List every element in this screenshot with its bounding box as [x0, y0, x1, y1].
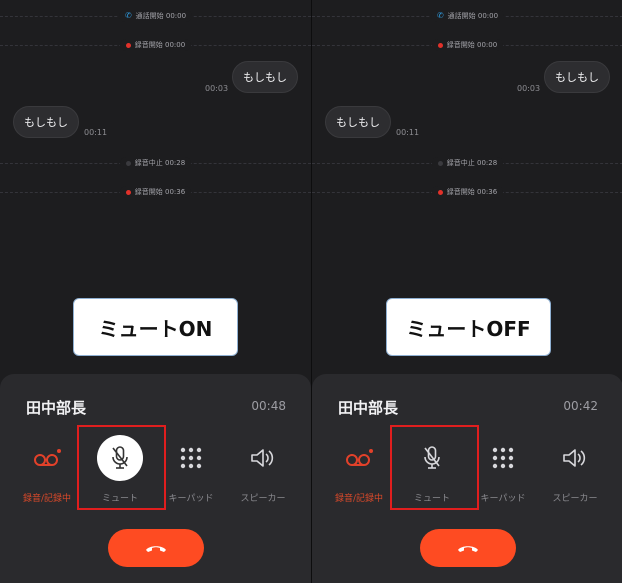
- stop-dot-icon: [437, 160, 443, 166]
- keypad-button[interactable]: キーパッド: [156, 432, 226, 512]
- message-time: 00:03: [205, 84, 229, 93]
- record-dot-icon: [125, 42, 131, 48]
- speaker-icon: [552, 435, 598, 481]
- speaker-button[interactable]: スピーカー: [228, 432, 298, 512]
- stop-dot-icon: [125, 160, 131, 166]
- speaker-icon: [240, 435, 286, 481]
- call-timer: 00:48: [251, 399, 286, 413]
- event-call-start: ✆ 通話開始 00:00: [0, 9, 311, 23]
- event-call-start: ✆ 通話開始 00:00: [312, 9, 622, 23]
- end-call-button[interactable]: [420, 529, 516, 567]
- message-bubble-incoming: もしもし: [325, 106, 391, 138]
- callee-name: 田中部長: [26, 399, 87, 417]
- keypad-icon: [480, 435, 526, 481]
- record-dot-icon: [437, 189, 443, 195]
- event-record-stop: 録音中止 00:28: [0, 156, 311, 170]
- speaker-button[interactable]: スピーカー: [540, 432, 610, 512]
- hang-up-icon: [458, 546, 478, 552]
- callout-label: ミュートOFF: [386, 298, 551, 356]
- phone-icon: ✆: [436, 11, 444, 20]
- record-dot-icon: [437, 42, 443, 48]
- record-dot-icon: [125, 189, 131, 195]
- hang-up-icon: [146, 546, 166, 552]
- message-time: 00:03: [517, 84, 541, 93]
- callee-name: 田中部長: [338, 399, 399, 417]
- voicemail-icon: [336, 435, 382, 481]
- call-controls-sheet: 田中部長 00:42 録音/記録中 ミュート キーパッド スピーカー: [312, 374, 622, 583]
- record-button[interactable]: 録音/記録中: [324, 432, 394, 512]
- call-screen-mute-off: ✆ 通話開始 00:00 録音開始 00:00 もしもし 00:03 もしもし 0…: [311, 0, 622, 583]
- event-record-start: 録音開始 00:36: [0, 185, 311, 199]
- keypad-icon: [168, 435, 214, 481]
- message-time: 00:11: [396, 128, 420, 137]
- phone-icon: ✆: [124, 11, 132, 20]
- event-record-start: 録音開始 00:00: [0, 38, 311, 52]
- message-bubble-outgoing: もしもし: [544, 61, 610, 93]
- message-bubble-outgoing: もしもし: [232, 61, 298, 93]
- mute-highlight-box: [77, 425, 166, 510]
- message-time: 00:11: [84, 128, 108, 137]
- voicemail-icon: [24, 435, 70, 481]
- record-button[interactable]: 録音/記録中: [12, 432, 82, 512]
- end-call-button[interactable]: [108, 529, 204, 567]
- call-screen-mute-on: ✆ 通話開始 00:00 録音開始 00:00 もしもし 00:03 もしもし 0…: [0, 0, 311, 583]
- mute-highlight-box: [390, 425, 479, 510]
- message-bubble-incoming: もしもし: [13, 106, 79, 138]
- event-record-stop: 録音中止 00:28: [312, 156, 622, 170]
- event-record-start: 録音開始 00:36: [312, 185, 622, 199]
- callout-label: ミュートON: [73, 298, 238, 356]
- call-controls-sheet: 田中部長 00:48 録音/記録中 ミュート キーパッド スピーカー: [0, 374, 311, 583]
- event-record-start: 録音開始 00:00: [312, 38, 622, 52]
- call-timer: 00:42: [563, 399, 598, 413]
